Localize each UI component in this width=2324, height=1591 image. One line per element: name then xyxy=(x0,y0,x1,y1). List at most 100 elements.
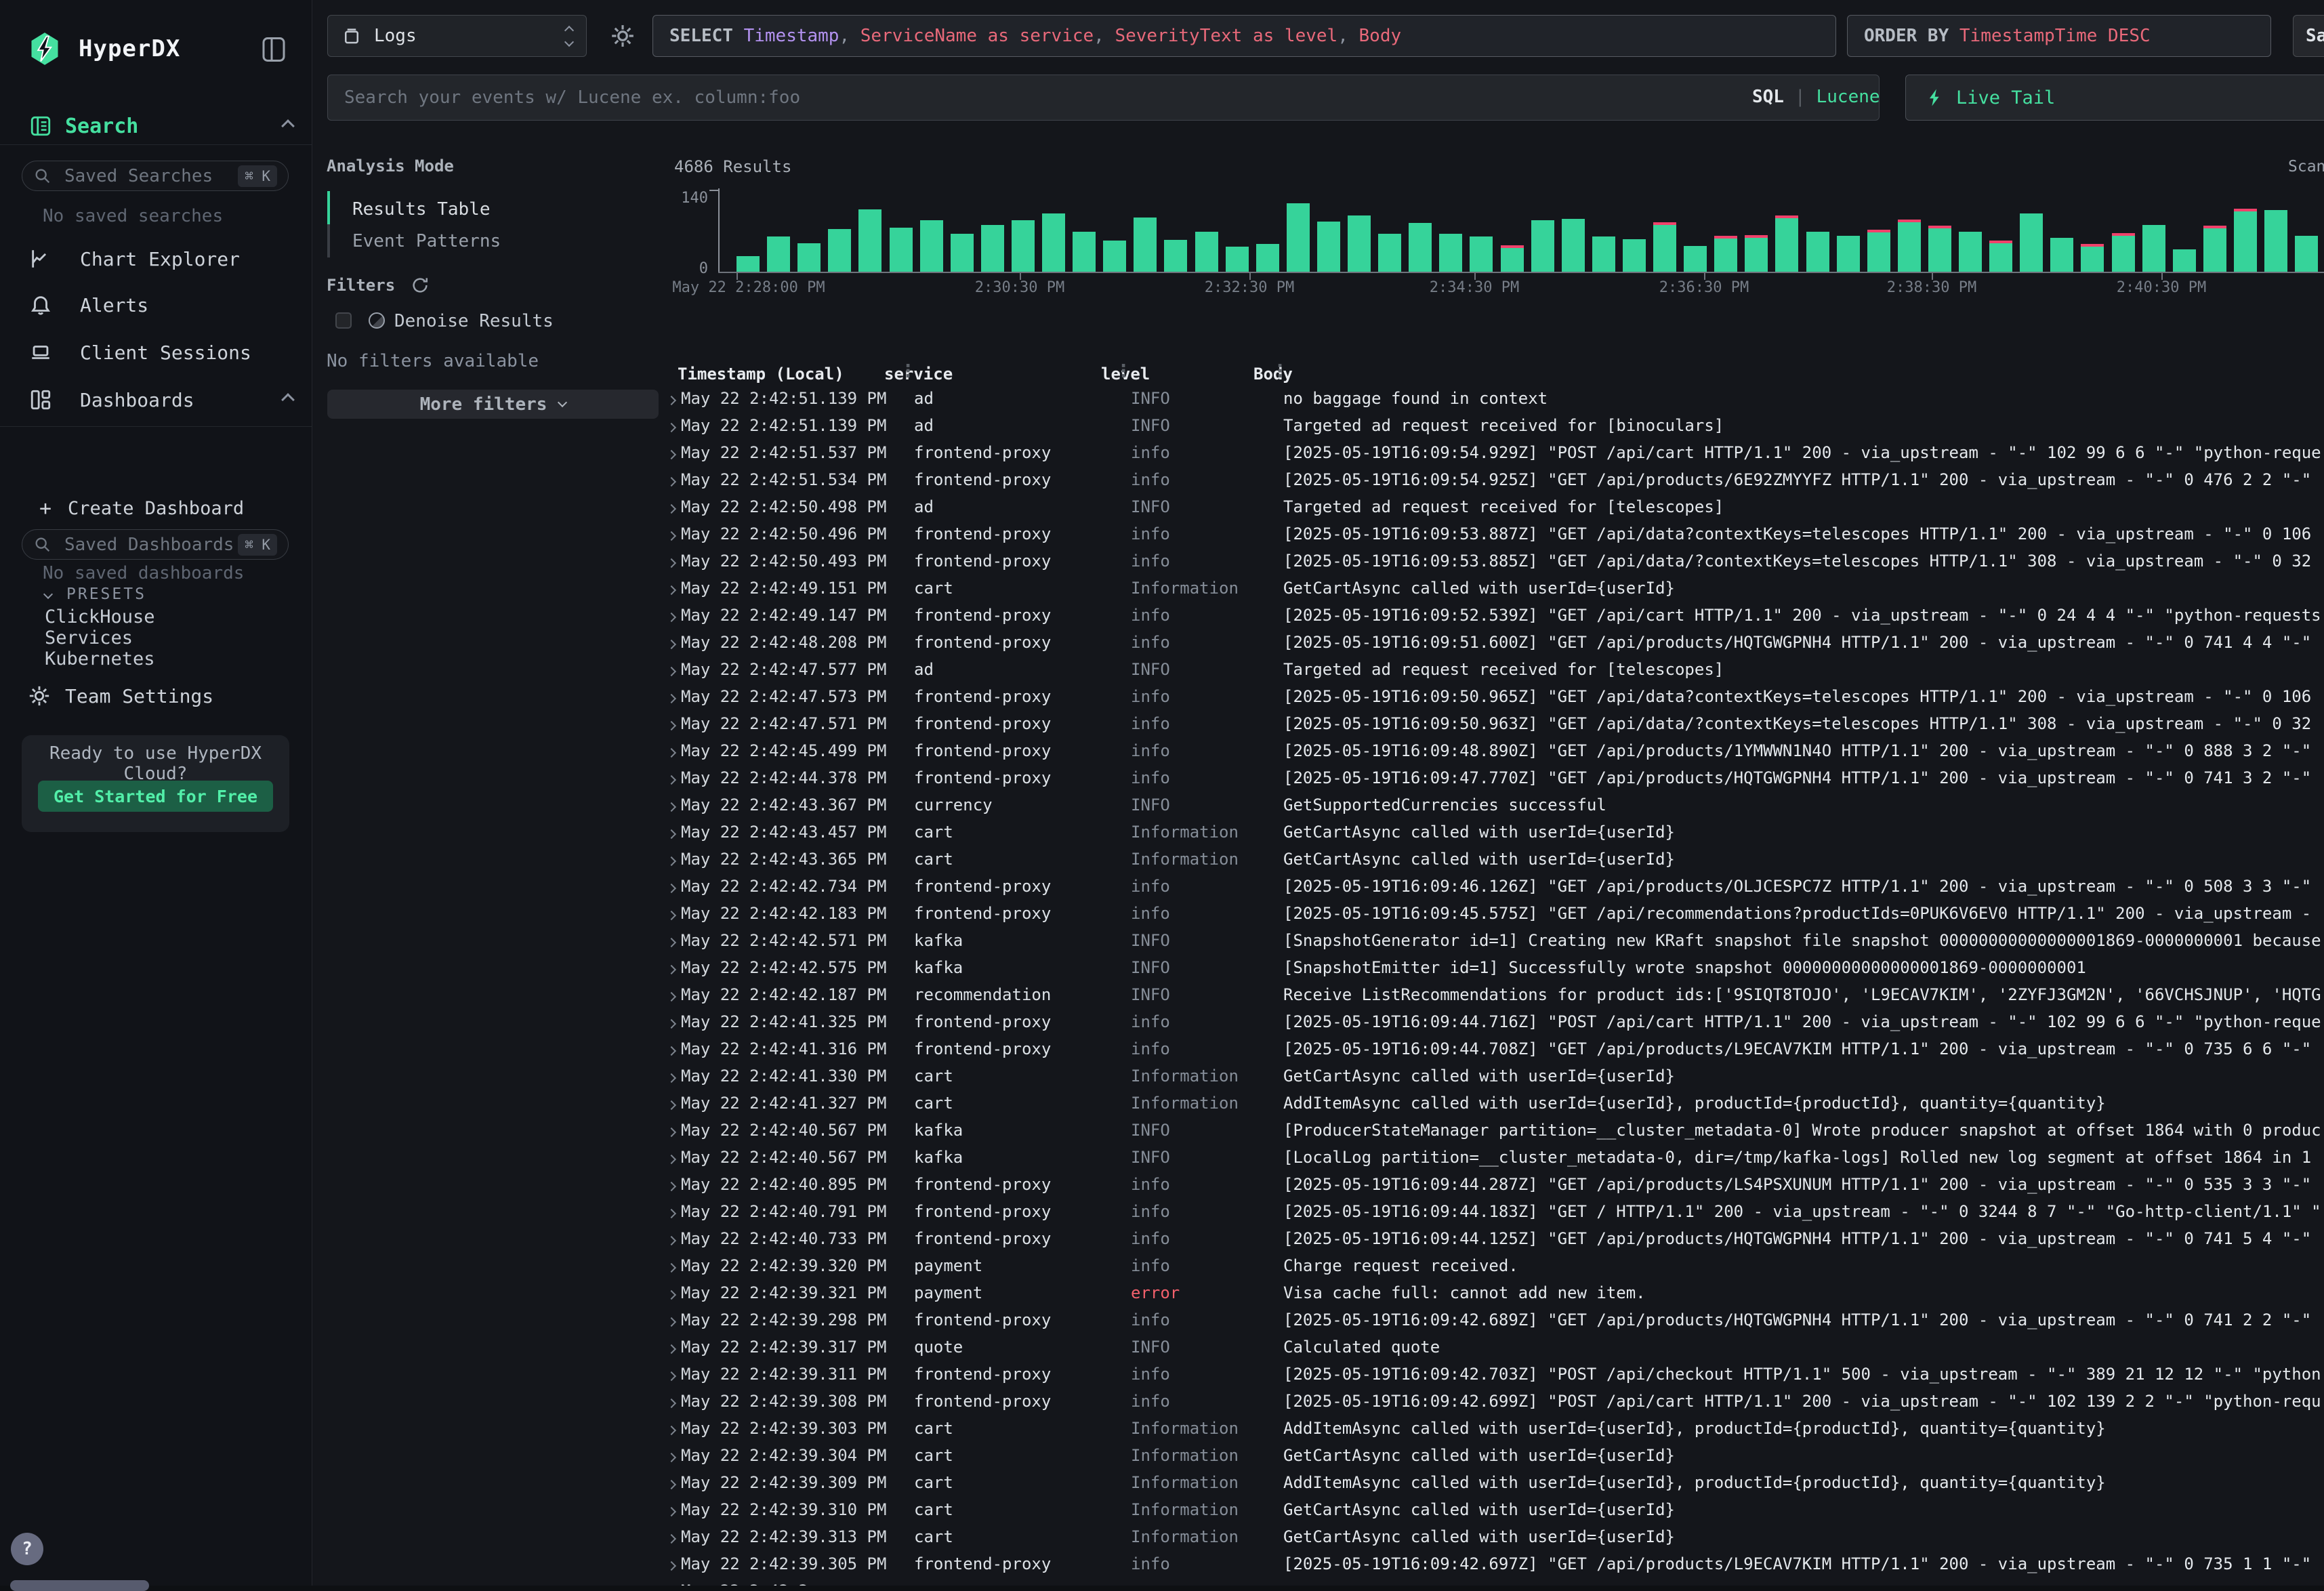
row-expand-icon[interactable] xyxy=(661,1175,681,1194)
row-expand-icon[interactable] xyxy=(661,823,681,842)
row-expand-icon[interactable] xyxy=(661,904,681,923)
row-expand-icon[interactable] xyxy=(661,1446,681,1465)
preset-services[interactable]: Services xyxy=(45,627,133,648)
column-drag-handle[interactable]: ⋮ xyxy=(899,361,917,381)
saved-searches-input[interactable]: Saved Searches ⌘ K xyxy=(22,161,289,191)
help-button[interactable]: ? xyxy=(11,1533,43,1565)
row-expand-icon[interactable] xyxy=(661,1527,681,1546)
table-row[interactable]: May 22 2:42:41.327 PMcartInformationAddI… xyxy=(661,1090,2324,1117)
row-expand-icon[interactable] xyxy=(661,579,681,598)
table-row[interactable]: May 22 2:42:39.311 PMfrontend-proxyinfo[… xyxy=(661,1361,2324,1388)
row-expand-icon[interactable] xyxy=(661,416,681,435)
table-row[interactable]: May 22 2:42:39.308 PMfrontend-proxyinfo[… xyxy=(661,1388,2324,1415)
table-row[interactable]: May 22 2:42:39.304 PMcartInformationGetC… xyxy=(661,1442,2324,1469)
event-search-input[interactable] xyxy=(327,75,1880,121)
row-expand-icon[interactable] xyxy=(661,1202,681,1221)
table-row[interactable]: May 22 2:42:43.457 PMcartInformationGetC… xyxy=(661,819,2324,846)
sidebar-item-team-settings[interactable]: Team Settings xyxy=(0,677,312,715)
row-expand-icon[interactable] xyxy=(661,1419,681,1438)
row-expand-icon[interactable] xyxy=(661,1365,681,1384)
table-row[interactable]: May 22 2:42:40.895 PMfrontend-proxyinfo[… xyxy=(661,1171,2324,1198)
table-row[interactable]: May 22 2:42:39.305 PMfrontend-proxyinfo[… xyxy=(661,1550,2324,1577)
row-expand-icon[interactable] xyxy=(661,687,681,706)
live-tail-button[interactable]: Live Tail xyxy=(1905,75,2324,121)
events-histogram[interactable]: 140 0 May 22 2:28:00 PM2:30:30 PM2:32:30… xyxy=(661,183,2324,272)
table-row[interactable]: May 22 2:42:42.183 PMfrontend-proxyinfo[… xyxy=(661,900,2324,927)
row-expand-icon[interactable] xyxy=(661,1094,681,1113)
get-started-button[interactable]: Get Started for Free xyxy=(38,781,273,812)
row-expand-icon[interactable] xyxy=(661,931,681,950)
tab-event-patterns[interactable]: Event Patterns xyxy=(352,231,501,251)
row-expand-icon[interactable] xyxy=(661,1338,681,1357)
table-row[interactable]: May 22 2:42:42.571 PMkafkaINFO[SnapshotG… xyxy=(661,927,2324,954)
table-row[interactable]: May 22 2:42:39.309 PMcartInformationAddI… xyxy=(661,1469,2324,1496)
table-row[interactable]: May 22 2:42:42.575 PMkafkaINFO[SnapshotE… xyxy=(661,954,2324,981)
row-expand-icon[interactable] xyxy=(661,1012,681,1031)
table-row[interactable]: May 22 2:42:51.139 PMadINFOTargeted ad r… xyxy=(661,412,2324,439)
table-row[interactable]: May 22 2:42:39.303 PMcartInformationAddI… xyxy=(661,1415,2324,1442)
header-service[interactable]: service xyxy=(884,365,1101,384)
table-row[interactable]: May 22 2:42:47.573 PMfrontend-proxyinfo[… xyxy=(661,683,2324,710)
source-select[interactable]: Logs xyxy=(327,15,587,57)
header-body[interactable]: Body xyxy=(1253,365,2324,384)
row-expand-icon[interactable] xyxy=(661,1121,681,1140)
sidebar-item-chart-explorer[interactable]: Chart Explorer xyxy=(0,240,312,278)
row-expand-icon[interactable] xyxy=(661,1500,681,1519)
table-row[interactable]: May 22 2:42:47.577 PMadINFOTargeted ad r… xyxy=(661,656,2324,683)
row-expand-icon[interactable] xyxy=(661,877,681,896)
table-row[interactable]: May 22 2:42:50.496 PMfrontend-proxyinfo[… xyxy=(661,520,2324,547)
row-expand-icon[interactable] xyxy=(661,1582,681,1586)
column-drag-handle[interactable]: ⋮ xyxy=(1115,361,1132,381)
table-row[interactable]: May 22 2:42:47.571 PMfrontend-proxyinfo[… xyxy=(661,710,2324,737)
row-expand-icon[interactable] xyxy=(661,389,681,408)
table-row[interactable]: May 22 2:42:51.537 PMfrontend-proxyinfo[… xyxy=(661,439,2324,466)
table-row[interactable]: May 22 2:42:39.321 PMpaymenterrorVisa ca… xyxy=(661,1279,2324,1306)
row-expand-icon[interactable] xyxy=(661,1039,681,1058)
table-row[interactable]: May 22 2:42:51.534 PMfrontend-proxyinfo[… xyxy=(661,466,2324,493)
sidebar-item-alerts[interactable]: Alerts xyxy=(0,286,312,324)
table-row[interactable]: May 22 2:42:39.310 PMcartInformationGetC… xyxy=(661,1496,2324,1523)
row-expand-icon[interactable] xyxy=(661,714,681,733)
preset-clickhouse[interactable]: ClickHouse xyxy=(45,606,155,627)
table-row[interactable]: May 22 2:42:39.317 PMquoteINFOCalculated… xyxy=(661,1334,2324,1361)
header-timestamp[interactable]: Timestamp (Local) xyxy=(661,365,884,384)
table-row[interactable]: May 22 2:42:51.139 PMadINFOno baggage fo… xyxy=(661,385,2324,412)
save-button[interactable]: Sa xyxy=(2293,15,2324,57)
row-expand-icon[interactable] xyxy=(661,524,681,543)
table-row[interactable]: May 22 2:42:39.313 PMcartInformationGetC… xyxy=(661,1523,2324,1550)
table-row[interactable]: May 22 2:42:41.330 PMcartInformationGetC… xyxy=(661,1062,2324,1090)
column-drag-handle[interactable]: ⋮ xyxy=(1271,361,1289,381)
table-row[interactable]: May 22 2:42:41.316 PMfrontend-proxyinfo[… xyxy=(661,1035,2324,1062)
select-query-input[interactable]: SELECT Timestamp, ServiceName as service… xyxy=(652,15,1836,57)
sidebar-item-dashboards[interactable]: Dashboards xyxy=(0,381,312,419)
table-row[interactable]: May 22 2:42:48.208 PMfrontend-proxyinfo[… xyxy=(661,629,2324,656)
create-dashboard-button[interactable]: + Create Dashboard xyxy=(0,489,312,527)
row-expand-icon[interactable] xyxy=(661,1229,681,1248)
query-language-toggle[interactable]: SQL | Lucene xyxy=(1752,87,1880,107)
row-expand-icon[interactable] xyxy=(661,796,681,814)
lucene-toggle-label[interactable]: Lucene xyxy=(1817,87,1880,107)
row-expand-icon[interactable] xyxy=(661,497,681,516)
saved-dashboards-input[interactable]: Saved Dashboards ⌘ K xyxy=(22,529,289,560)
table-row[interactable]: May 22 2:42:41.325 PMfrontend-proxyinfo[… xyxy=(661,1008,2324,1035)
row-expand-icon[interactable] xyxy=(661,633,681,652)
table-row[interactable]: May 22 2:42:49.147 PMfrontend-proxyinfo[… xyxy=(661,602,2324,629)
table-row[interactable]: May 22 2:42:40.733 PMfrontend-proxyinfo[… xyxy=(661,1225,2324,1252)
table-row[interactable]: May 22 2:42:3 xyxy=(661,1577,2324,1586)
table-row[interactable]: May 22 2:42:39.298 PMfrontend-proxyinfo[… xyxy=(661,1306,2324,1334)
row-expand-icon[interactable] xyxy=(661,443,681,462)
presets-toggle[interactable]: PRESETS xyxy=(45,585,146,603)
row-expand-icon[interactable] xyxy=(661,1067,681,1086)
row-expand-icon[interactable] xyxy=(661,850,681,869)
denoise-checkbox[interactable] xyxy=(335,312,352,329)
sidebar-item-search[interactable]: Search xyxy=(0,107,312,145)
sidebar-collapse-icon[interactable] xyxy=(262,35,286,64)
sidebar-item-client-sessions[interactable]: Client Sessions xyxy=(0,333,312,371)
table-row[interactable]: May 22 2:42:49.151 PMcartInformationGetC… xyxy=(661,575,2324,602)
table-row[interactable]: May 22 2:42:45.499 PMfrontend-proxyinfo[… xyxy=(661,737,2324,764)
row-expand-icon[interactable] xyxy=(661,741,681,760)
table-row[interactable]: May 22 2:42:42.734 PMfrontend-proxyinfo[… xyxy=(661,873,2324,900)
table-row[interactable]: May 22 2:42:43.365 PMcartInformationGetC… xyxy=(661,846,2324,873)
row-expand-icon[interactable] xyxy=(661,1310,681,1329)
table-row[interactable]: May 22 2:42:39.320 PMpaymentinfoCharge r… xyxy=(661,1252,2324,1279)
